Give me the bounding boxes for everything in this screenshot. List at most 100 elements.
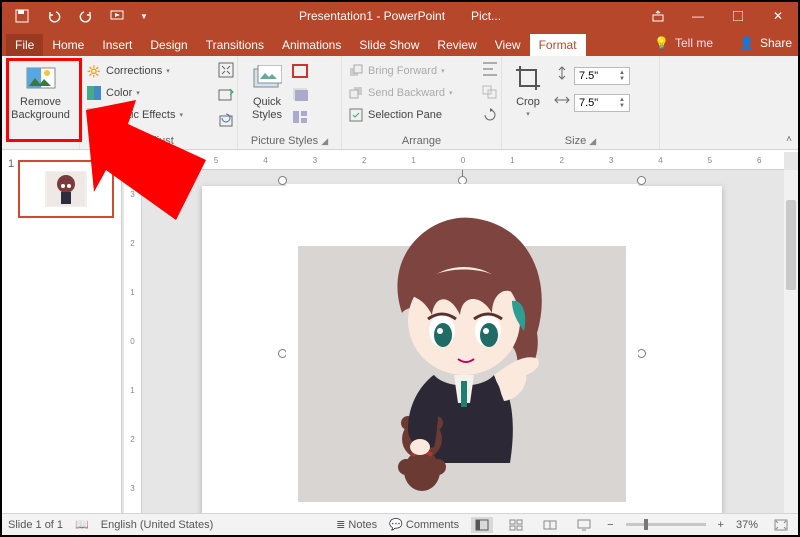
slide-sorter-view-icon[interactable] [505, 517, 527, 533]
corrections-icon: 🔆 [86, 63, 102, 79]
tab-format[interactable]: Format [530, 34, 586, 56]
spellcheck-icon[interactable]: 📖 [75, 518, 89, 531]
align-icon[interactable] [482, 62, 498, 81]
picture-selection[interactable] [282, 180, 642, 513]
crop-label: Crop [516, 96, 540, 109]
tab-transitions[interactable]: Transitions [197, 34, 273, 56]
comments-button[interactable]: 💬 Comments [389, 518, 459, 531]
slide-thumbnail-pane: 1 [2, 152, 122, 513]
quick-styles-icon [251, 62, 283, 94]
vertical-scrollbar[interactable] [784, 170, 798, 513]
share-button[interactable]: Share [760, 36, 792, 50]
language-indicator[interactable]: English (United States) [101, 519, 214, 531]
collapse-ribbon-icon[interactable]: ˄ [786, 134, 792, 145]
normal-view-icon[interactable] [471, 517, 493, 533]
corrections-button[interactable]: 🔆 Corrections▾ [86, 60, 231, 82]
tab-home[interactable]: Home [43, 34, 93, 56]
fit-to-window-icon[interactable] [770, 517, 792, 533]
reset-picture-icon[interactable] [218, 112, 234, 133]
tell-me-input[interactable]: Tell me [675, 36, 713, 50]
slide-thumbnail-1[interactable] [18, 160, 114, 218]
maximize-icon[interactable] [718, 2, 758, 30]
picture-layout-icon[interactable] [292, 110, 308, 129]
tab-file[interactable]: File [6, 34, 43, 56]
quick-access-toolbar: ▼ [2, 5, 158, 27]
tell-me-icon[interactable]: 💡 [654, 36, 669, 50]
height-icon [554, 66, 570, 85]
remove-background-button[interactable]: Remove Background [8, 60, 73, 123]
group-label-adjust: Adjust [86, 133, 231, 147]
corrections-label: Corrections [106, 65, 162, 77]
compress-pictures-icon[interactable] [218, 62, 234, 83]
selection-pane-label: Selection Pane [368, 109, 442, 121]
group-icon[interactable] [482, 85, 498, 104]
send-backward-button[interactable]: Send Backward▾ [348, 82, 495, 104]
scrollbar-thumb[interactable] [786, 200, 796, 290]
selection-pane-icon [348, 107, 364, 123]
send-backward-label: Send Backward [368, 87, 445, 99]
artistic-effects-button[interactable]: Artistic Effects▾ [86, 104, 231, 126]
ribbon: Remove Background . 🔆 Corrections▾ Color… [2, 56, 798, 150]
zoom-in-button[interactable]: + [718, 519, 724, 531]
crop-icon [512, 62, 544, 94]
slide-canvas[interactable] [142, 170, 784, 513]
bring-forward-label: Bring Forward [368, 65, 437, 77]
inserted-picture[interactable] [286, 184, 638, 513]
save-icon[interactable] [10, 5, 34, 27]
picture-styles-launcher-icon[interactable]: ◢ [321, 136, 328, 146]
tab-animations[interactable]: Animations [273, 34, 350, 56]
ribbon-tabs: File Home Insert Design Transitions Anim… [2, 30, 798, 56]
slideshow-view-icon[interactable] [573, 517, 595, 533]
minimize-icon[interactable]: — [678, 2, 718, 30]
zoom-slider-thumb[interactable] [644, 519, 648, 530]
height-input[interactable]: 7.5"▲▼ [574, 67, 630, 85]
remove-background-label: Remove Background [11, 96, 70, 121]
document-title: Presentation1 - PowerPoint [299, 9, 445, 23]
send-backward-icon [348, 85, 364, 101]
tab-view[interactable]: View [486, 34, 530, 56]
selection-pane-button[interactable]: Selection Pane [348, 104, 495, 126]
color-icon [86, 85, 102, 101]
tab-insert[interactable]: Insert [93, 34, 141, 56]
undo-icon[interactable] [42, 5, 66, 27]
tab-review[interactable]: Review [428, 34, 485, 56]
notes-button[interactable]: ≣ Notes [336, 518, 377, 531]
qat-dropdown-icon[interactable]: ▼ [138, 5, 150, 27]
zoom-level[interactable]: 37% [736, 519, 758, 531]
ribbon-display-options-icon[interactable] [638, 2, 678, 30]
bring-forward-button[interactable]: Bring Forward▾ [348, 60, 495, 82]
width-input[interactable]: 7.5"▲▼ [574, 94, 630, 112]
thumbnail-preview [45, 171, 87, 207]
crop-button[interactable]: Crop▾ [508, 60, 548, 121]
close-icon[interactable]: ✕ [758, 2, 798, 30]
zoom-slider[interactable] [626, 523, 706, 526]
share-icon[interactable]: 👤 [739, 36, 754, 50]
vertical-ruler: 3210123 [124, 170, 142, 513]
rotate-icon[interactable] [482, 108, 498, 127]
remove-background-icon [25, 62, 57, 94]
tab-design[interactable]: Design [141, 34, 196, 56]
start-from-beginning-icon[interactable] [106, 5, 130, 27]
picture-effects-icon[interactable] [292, 87, 308, 106]
contextual-tab-group-label: Pict... [471, 9, 501, 23]
width-icon [554, 93, 570, 112]
picture-border-icon[interactable] [292, 64, 308, 83]
width-value: 7.5" [579, 97, 598, 109]
resize-handle-tr[interactable] [637, 176, 646, 185]
tab-slide-show[interactable]: Slide Show [350, 34, 428, 56]
size-launcher-icon[interactable]: ◢ [589, 136, 596, 146]
slide-indicator[interactable]: Slide 1 of 1 [8, 519, 63, 531]
quick-styles-label: Quick Styles [252, 96, 282, 121]
zoom-out-button[interactable]: − [607, 519, 613, 531]
slide-1[interactable] [202, 186, 722, 513]
color-button[interactable]: Color▾ [86, 82, 231, 104]
quick-styles-button[interactable]: Quick Styles [244, 60, 290, 129]
resize-handle-mr[interactable] [637, 349, 646, 358]
reading-view-icon[interactable] [539, 517, 561, 533]
redo-icon[interactable] [74, 5, 98, 27]
artistic-label: Artistic Effects [106, 109, 175, 121]
picture-content [342, 203, 582, 503]
change-picture-icon[interactable] [218, 87, 234, 108]
height-value: 7.5" [579, 70, 598, 82]
group-label-arrange: Arrange [348, 133, 495, 147]
